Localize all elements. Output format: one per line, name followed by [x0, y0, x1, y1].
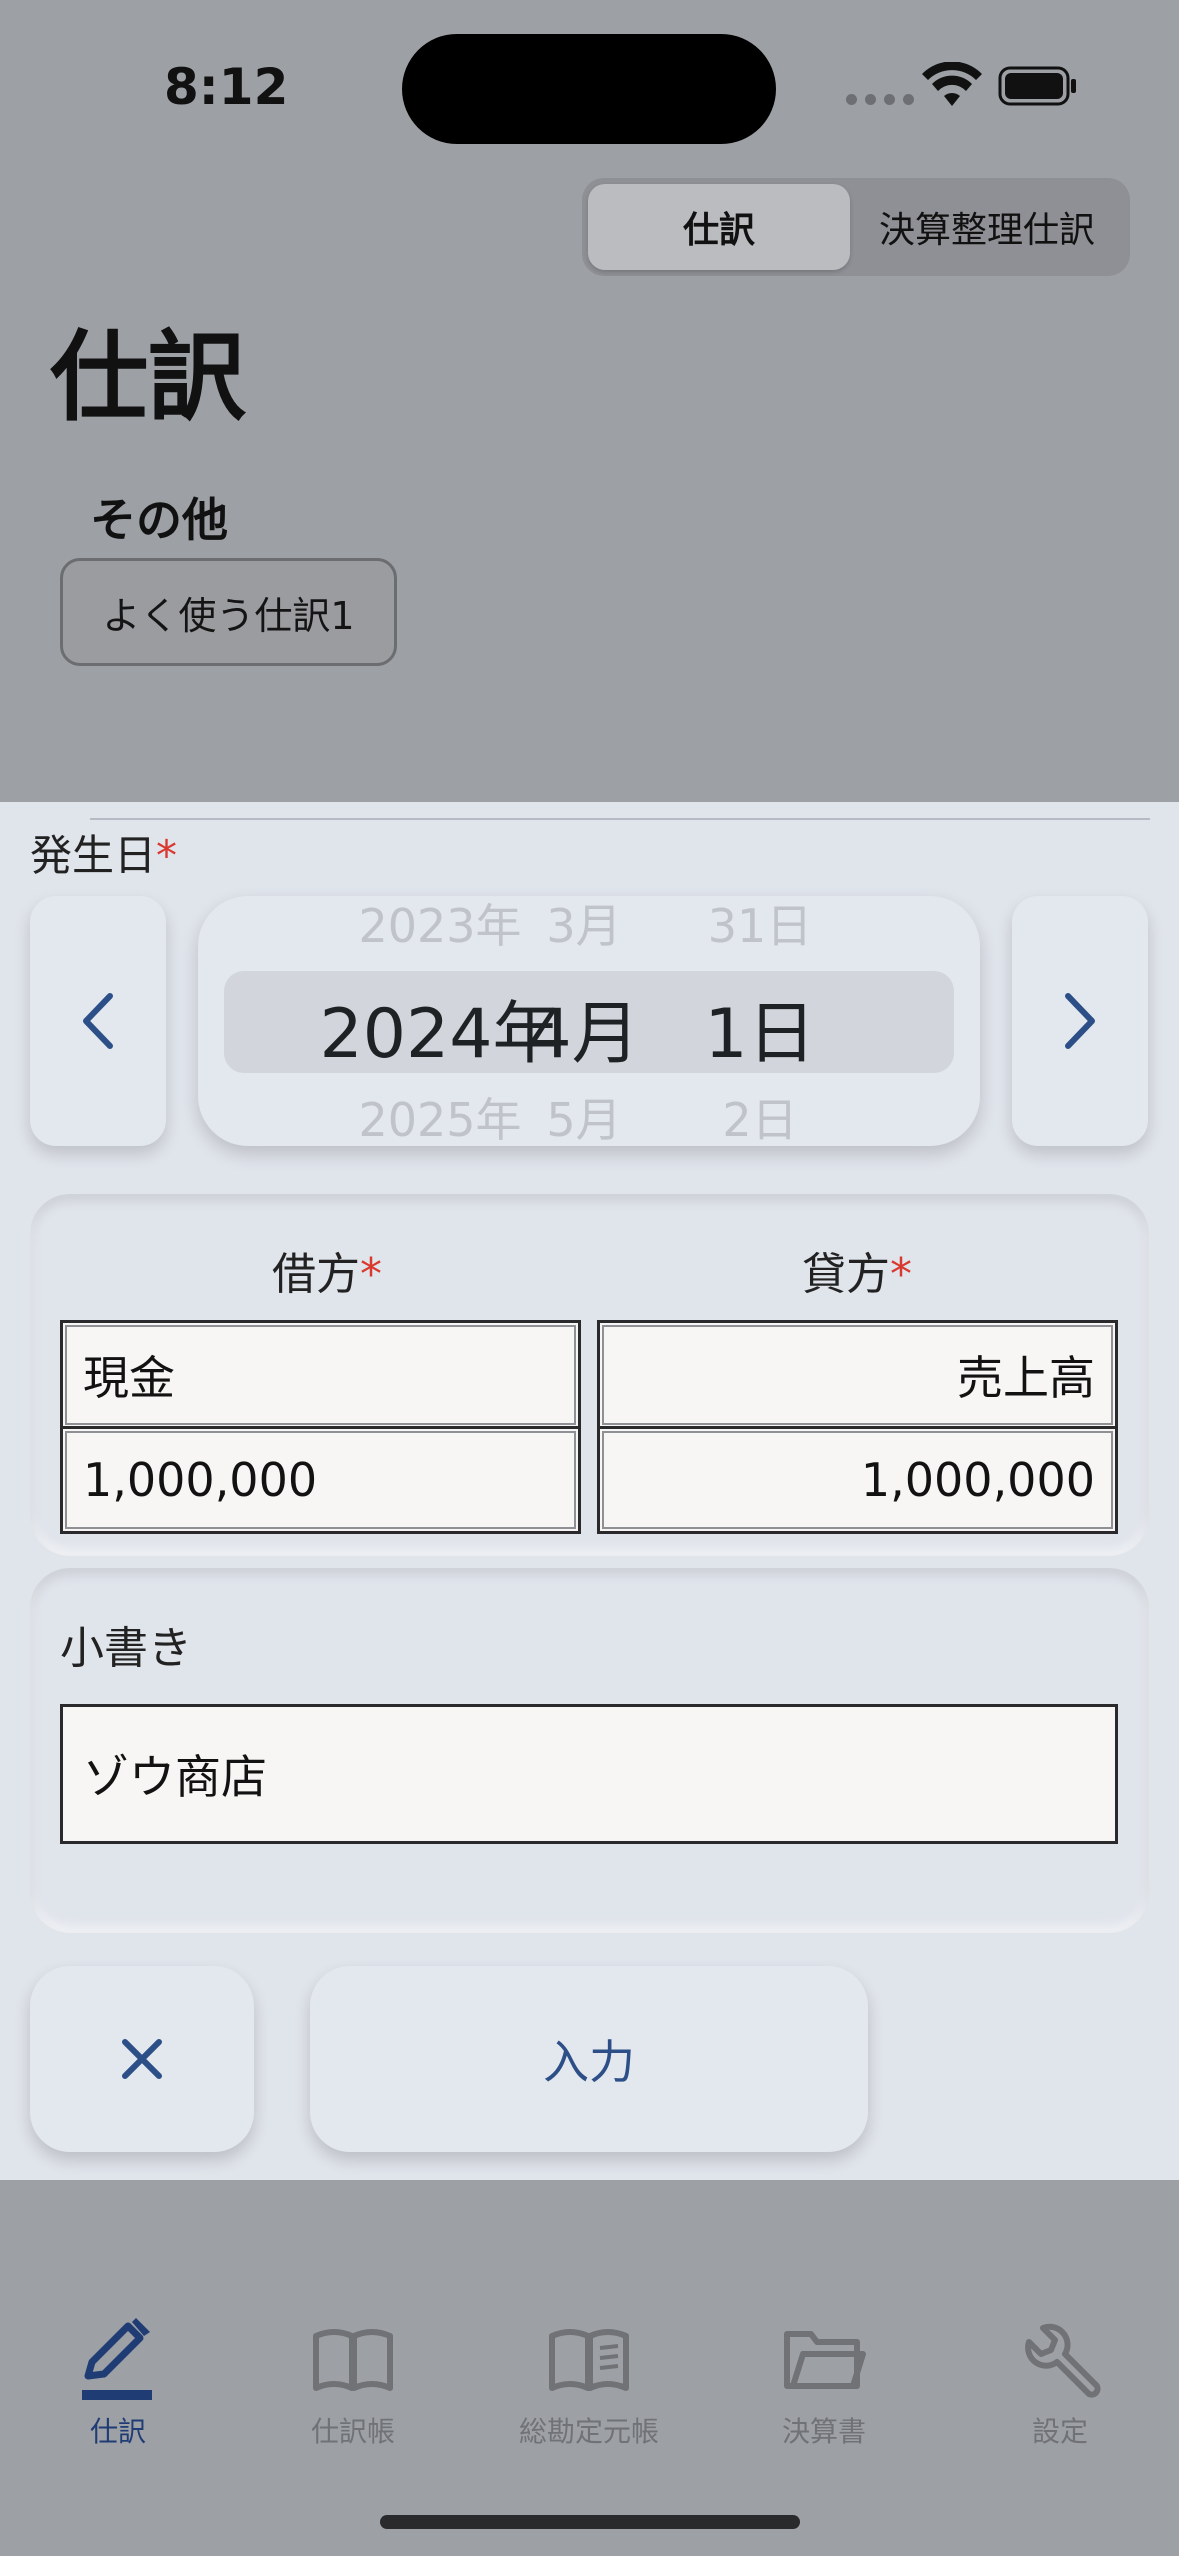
tab-general-ledger[interactable]: 総勘定元帳 [489, 2318, 689, 2458]
chevron-right-icon [1065, 993, 1095, 1049]
journal-type-segmented-control[interactable]: 仕訳 決算整理仕訳 [582, 178, 1130, 276]
date-label: 発生日* [30, 831, 178, 880]
status-time: 8:12 [164, 58, 289, 116]
book-icon [313, 2329, 393, 2391]
credit-header: 貸方* [802, 1249, 912, 1300]
dynamic-island [402, 34, 776, 144]
segment-journal[interactable]: 仕訳 [588, 184, 850, 270]
tab-journal[interactable]: 仕訳 [18, 2318, 218, 2458]
battery-icon [998, 66, 1076, 106]
cellular-signal-icon [846, 94, 914, 105]
ledger-book-icon [549, 2329, 629, 2391]
segment-adjusting-journal[interactable]: 決算整理仕訳 [850, 184, 1124, 270]
credit-account-field[interactable]: 売上高 [597, 1320, 1118, 1430]
date-picker-wheel[interactable]: 2023年 3月 31日 2024年 4月 1日 2025年 5月 2日 [198, 896, 980, 1146]
tab-settings[interactable]: 設定 [960, 2318, 1160, 2458]
page-title: 仕訳 [50, 321, 247, 435]
date-year: 2024年 [319, 995, 561, 1074]
other-section-title: その他 [90, 493, 228, 547]
date-day: 1日 [704, 995, 816, 1074]
chevron-left-icon [83, 993, 113, 1049]
next-day-button[interactable] [1012, 896, 1148, 1146]
credit-amount-field[interactable]: 1,000,000 [597, 1426, 1118, 1534]
wrench-icon [1025, 2323, 1101, 2398]
pencil-icon [82, 2318, 152, 2400]
folder-icon [784, 2331, 866, 2389]
memo-label: 小書き [60, 1623, 192, 1674]
sheet-divider [90, 818, 1150, 820]
close-icon [122, 2039, 162, 2079]
cancel-button[interactable] [30, 1966, 254, 2152]
date-month: 4月 [528, 995, 640, 1074]
debit-account-field[interactable]: 現金 [60, 1320, 581, 1430]
debit-header: 借方* [272, 1249, 382, 1300]
tab-journal-book[interactable]: 仕訳帳 [253, 2318, 453, 2458]
tab-financial-statements[interactable]: 決算書 [724, 2318, 924, 2458]
memo-field[interactable]: ゾウ商店 [60, 1704, 1118, 1844]
home-indicator [380, 2515, 800, 2529]
wifi-icon [922, 62, 982, 106]
previous-day-button[interactable] [30, 896, 166, 1146]
favorite-journal-button[interactable]: よく使う仕訳1 [60, 558, 397, 666]
submit-button[interactable]: 入力 [310, 1966, 868, 2152]
debit-amount-field[interactable]: 1,000,000 [60, 1426, 581, 1534]
